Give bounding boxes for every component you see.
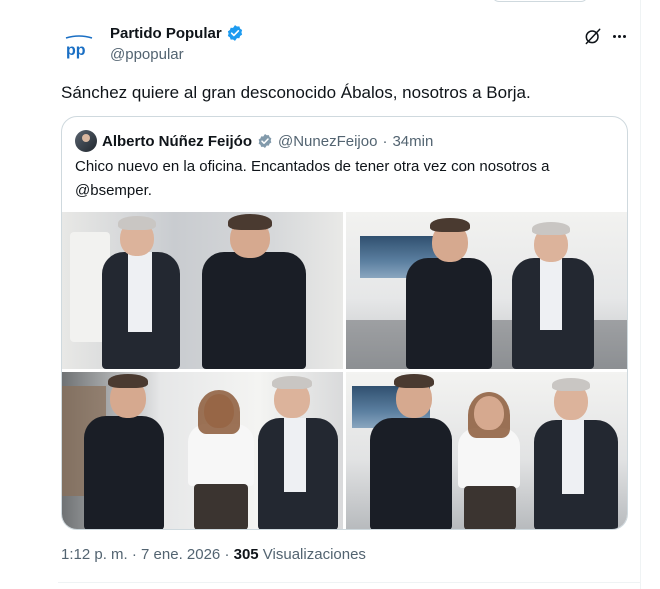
person-hair <box>198 390 240 434</box>
bottom-divider <box>58 582 640 583</box>
verified-gray-badge-icon <box>258 134 272 148</box>
quoted-tweet[interactable]: Alberto Núñez Feijóo @NunezFeijoo · 34mi… <box>61 116 628 530</box>
person-jacket <box>202 252 306 369</box>
person-hair <box>552 378 590 391</box>
person-hair <box>430 218 470 232</box>
photo-2[interactable] <box>346 212 627 369</box>
person-hair <box>394 374 434 388</box>
person-shirt <box>128 252 152 332</box>
tweet-text: Sánchez quiere al gran desconocido Ábalo… <box>61 83 531 102</box>
avatar-text: pp <box>66 42 86 59</box>
pp-logo-icon: pp <box>65 35 93 59</box>
person-jacket <box>406 258 492 369</box>
quoted-author-name[interactable]: Alberto Núñez Feijóo <box>102 133 252 150</box>
person-hair <box>228 214 272 230</box>
person-hair <box>272 376 312 389</box>
quoted-author-avatar[interactable] <box>75 130 97 152</box>
author-name[interactable]: Partido Popular <box>110 25 222 42</box>
verified-badge-icon <box>227 25 242 41</box>
person-shirt <box>562 420 584 494</box>
tweet-footer: 1:12 p. m. · 7 ene. 2026 · 305 Visualiza… <box>61 546 366 563</box>
photo-grid <box>62 212 627 529</box>
quoted-tweet-header: Alberto Núñez Feijóo @NunezFeijoo · 34mi… <box>75 129 433 153</box>
grok-icon[interactable] <box>583 26 603 46</box>
more-options-icon[interactable] <box>609 26 629 46</box>
separator-dot: · <box>382 132 388 150</box>
person-hair <box>108 374 148 388</box>
author-avatar[interactable]: pp <box>59 27 99 67</box>
person-shirt <box>540 258 562 330</box>
person-head <box>474 396 504 430</box>
tweet-timestamp[interactable]: 1:12 p. m. · 7 ene. 2026 · <box>61 546 234 563</box>
person-jacket <box>370 418 452 529</box>
person-hair <box>118 216 156 230</box>
views-label: Visualizaciones <box>258 546 366 563</box>
photo-3[interactable] <box>62 372 343 529</box>
quoted-tweet-text: Chico nuevo en la oficina. Encantados de… <box>75 158 550 199</box>
person-trousers <box>194 484 248 529</box>
photo-4[interactable] <box>346 372 627 529</box>
views-count: 305 <box>233 546 259 563</box>
person-jacket <box>84 416 164 529</box>
person-shirt <box>284 418 306 492</box>
author-handle[interactable]: @ppopular <box>110 46 184 63</box>
tweet-header: pp Partido Popular @ppopular <box>0 0 640 72</box>
quoted-author-handle[interactable]: @NunezFeijoo <box>278 133 377 150</box>
person-trousers <box>464 486 516 529</box>
person-hair <box>532 222 570 235</box>
photo-1[interactable] <box>62 212 343 369</box>
column-divider <box>640 0 641 589</box>
quoted-tweet-time[interactable]: 34min <box>392 133 433 150</box>
author-name-row[interactable]: Partido Popular <box>110 24 244 42</box>
